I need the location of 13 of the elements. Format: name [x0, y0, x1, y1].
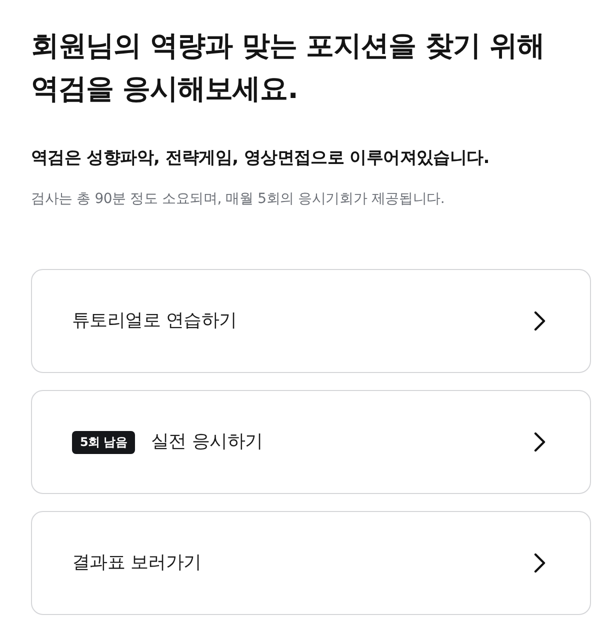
menu-item-label: 실전 응시하기 [151, 430, 264, 454]
menu-item-label: 결과표 보러가기 [72, 551, 202, 575]
menu-item-card[interactable]: 튜토리얼로 연습하기 [31, 269, 591, 373]
remaining-count-badge: 5회 남음 [72, 430, 136, 454]
menu-item-label: 튜토리얼로 연습하기 [72, 309, 238, 333]
page-title: 회원님의 역량과 맞는 포지션을 찾기 위해 역검을 응시해보세요. [31, 28, 546, 107]
chevron-right-icon [534, 553, 546, 573]
chevron-right-icon [534, 432, 546, 452]
page-subtitle: 역검은 성향파악, 전략게임, 영상면접으로 이루어져있습니다. [31, 147, 490, 170]
menu-item-card[interactable]: 5회 남음 실전 응시하기 [31, 390, 591, 494]
menu-item-card[interactable]: 결과표 보러가기 [31, 511, 591, 615]
info-caption: 검사는 총 90분 정도 소요되며, 매월 5회의 응시기회가 제공됩니다. [31, 190, 446, 209]
chevron-right-icon [534, 311, 546, 331]
